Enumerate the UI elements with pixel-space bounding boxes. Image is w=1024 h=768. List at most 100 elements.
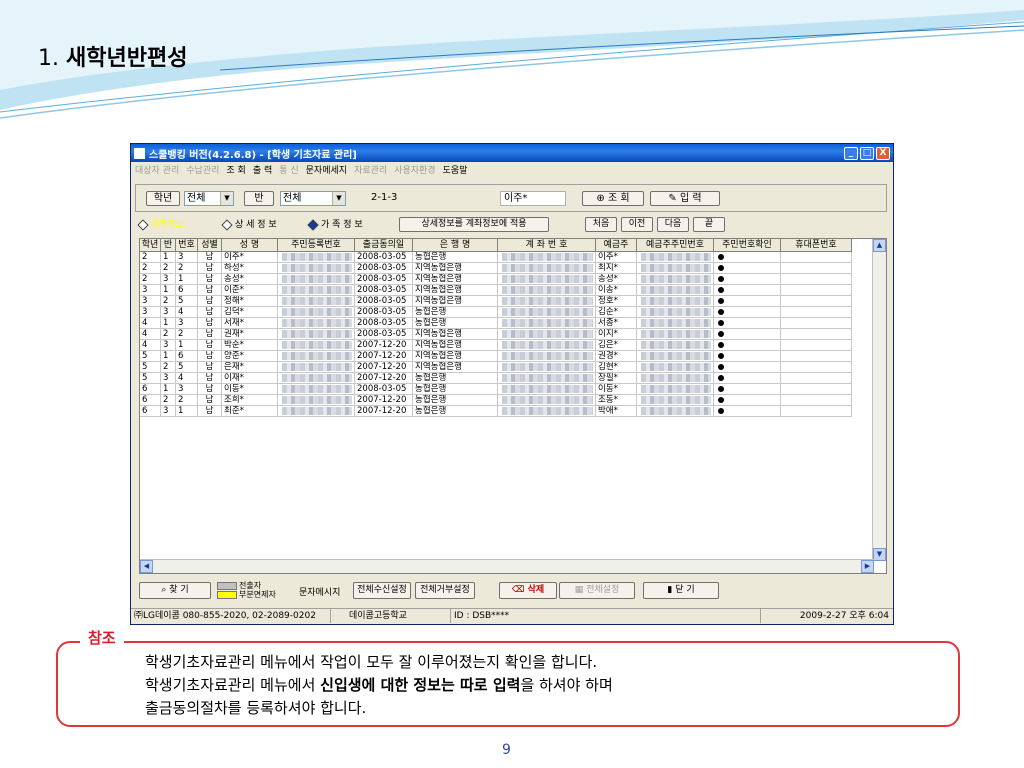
first-button[interactable]: 처음 [585,217,617,232]
cell-cls: 2 [161,263,176,274]
column-header[interactable]: 예금주주민번호 [637,239,714,252]
cell-sex: 남 [198,395,222,406]
all-receive-button[interactable]: 전체수신설정 [353,582,411,599]
cell-redacted [278,340,355,351]
column-header[interactable]: 출금동의일 [355,239,413,252]
cell-redacted [498,384,596,395]
menu-item-3[interactable]: 출 력 [253,163,272,176]
table-row[interactable]: 3 3 4 남 김덕* 2008-03-05 농협은행 김순* [140,307,852,318]
class-select[interactable]: 전체 ▼ [280,191,346,206]
menu-item-1[interactable]: 수납관리 [186,163,219,176]
table-row[interactable]: 5 3 4 남 이재* 2007-12-20 농협은행 장필* [140,373,852,384]
input-button[interactable]: ✎ 입 력 [650,191,720,206]
column-header[interactable]: 성별 [198,239,222,252]
filled-dot-icon [718,342,724,348]
table-row[interactable]: 3 2 5 남 정해* 2008-03-05 지역농협은행 정호* [140,296,852,307]
minimize-button[interactable]: _ [844,146,858,160]
cell-no: 2 [176,263,198,274]
find-button[interactable]: ⌕ 찾 기 [139,582,211,599]
vertical-scrollbar[interactable]: ▲ ▼ [872,239,886,561]
menu-item-6[interactable]: 자료관리 [354,163,387,176]
table-row[interactable]: 4 2 2 남 권재* 2008-03-05 지역농협은행 이지* [140,329,852,340]
next-button[interactable]: 다음 [657,217,689,232]
menu-item-8[interactable]: 도움말 [443,163,468,176]
table-row[interactable]: 4 1 3 남 서재* 2008-03-05 농협은행 서종* [140,318,852,329]
all-settings-button[interactable]: ▦ 전체설정 [559,582,635,599]
column-header[interactable]: 예금주 [596,239,637,252]
menu-item-2[interactable]: 조 회 [226,163,245,176]
app-window: 스쿨뱅킹 버전(4.2.6.8) - [학생 기초자료 관리] _ □ X 대상… [130,143,894,625]
table-row[interactable]: 2 3 1 남 송성* 2008-03-05 지역농협은행 송성* [140,274,852,285]
maximize-button[interactable]: □ [860,146,874,160]
scroll-down-icon[interactable]: ▼ [873,548,886,561]
cell-redacted [637,362,714,373]
cell-id-check [714,384,781,395]
grade-button[interactable]: 학년 [146,191,180,206]
cell-redacted [637,318,714,329]
grade-select[interactable]: 전체 ▼ [184,191,234,206]
column-header[interactable]: 성 명 [222,239,278,252]
redacted-block [641,275,711,283]
column-header[interactable]: 주민등록번호 [278,239,355,252]
cell-redacted [278,318,355,329]
cell-bank: 농협은행 [413,252,498,263]
cell-name: 서재* [222,318,278,329]
table-row[interactable]: 6 2 2 남 조희* 2007-12-20 농협은행 조동* [140,395,852,406]
close-window-button[interactable]: X [876,146,890,160]
column-header[interactable]: 은 행 명 [413,239,498,252]
filled-dot-icon [718,353,724,359]
redacted-block [641,363,711,371]
scroll-up-icon[interactable]: ▲ [873,239,886,252]
header-swoosh [0,0,1024,119]
table-row[interactable]: 2 2 2 남 하성* 2008-03-05 지역농협은행 최지* [140,263,852,274]
tab-account-info[interactable]: 계좌정보 [137,217,219,233]
cell-date: 2007-12-20 [355,351,413,362]
menu-item-7[interactable]: 사용자환경 [394,163,435,176]
table-row[interactable]: 5 1 6 남 양준* 2007-12-20 지역농협은행 권경* [140,351,852,362]
search-button[interactable]: ⊕ 조 회 [582,191,644,206]
cell-sex: 남 [198,252,222,263]
table-row[interactable]: 4 3 1 남 박순* 2007-12-20 지역농협은행 김은* [140,340,852,351]
cell-no: 1 [176,406,198,417]
prev-button[interactable]: 이전 [621,217,653,232]
close-button[interactable]: ▮ 닫 기 [643,582,719,599]
column-header[interactable]: 계 좌 번 호 [498,239,596,252]
cell-date: 2008-03-05 [355,307,413,318]
menu-item-4[interactable]: 통 신 [279,163,298,176]
column-header[interactable]: 반 [161,239,176,252]
cell-cls: 2 [161,395,176,406]
last-button[interactable]: 끝 [693,217,725,232]
table-row[interactable]: 5 2 5 남 은재* 2007-12-20 지역농협은행 김현* [140,362,852,373]
menu-item-0[interactable]: 대상자 관리 [135,163,179,176]
cell-redacted [637,296,714,307]
legend-partial-swatch [217,591,237,599]
menu-item-5[interactable]: 문자메세지 [306,163,347,176]
cell-phone [781,285,852,296]
cell-holder: 김은* [596,340,637,351]
column-header[interactable]: 학년 [140,239,161,252]
scroll-right-icon[interactable]: ▶ [861,560,874,573]
note-line-2: 학생기초자료관리 메뉴에서 신입생에 대한 정보는 따로 입력을 하셔야 하며 [145,676,613,694]
tab-detail-info[interactable]: 상 세 정 보 [221,217,305,233]
horizontal-scrollbar[interactable]: ◀ ▶ [140,559,874,573]
tab-family-info[interactable]: 가 족 정 보 [307,217,391,233]
cell-name: 박순* [222,340,278,351]
all-reject-button[interactable]: 전체거부설정 [415,582,475,599]
column-header[interactable]: 주민번호확인 [714,239,781,252]
apply-detail-button[interactable]: 상세정보를 계좌정보에 적용 [399,217,549,232]
table-row[interactable]: 2 1 3 남 이주* 2008-03-05 농협은행 이주* [140,252,852,263]
table-row[interactable]: 3 1 6 남 이준* 2008-03-05 지역농협은행 이송* [140,285,852,296]
column-header[interactable]: 휴대폰번호 [781,239,852,252]
table-row[interactable]: 6 3 1 남 최준* 2007-12-20 농협은행 박애* [140,406,852,417]
delete-button[interactable]: ⌫ 삭제 [499,582,557,599]
cell-sex: 남 [198,263,222,274]
class-button[interactable]: 반 [244,191,274,206]
student-grid[interactable]: 학년 반 번호 성별 성 명 주민등록번호 출금동의일 은 행 명계 좌 번 호 예금주 예금주주… [139,238,887,574]
cell-phone [781,373,852,384]
table-row[interactable]: 6 1 3 남 이동* 2008-03-05 농협은행 이동* [140,384,852,395]
cell-no: 2 [176,395,198,406]
cell-grade: 6 [140,384,161,395]
filled-dot-icon [718,309,724,315]
scroll-left-icon[interactable]: ◀ [140,560,153,573]
column-header[interactable]: 번호 [176,239,198,252]
